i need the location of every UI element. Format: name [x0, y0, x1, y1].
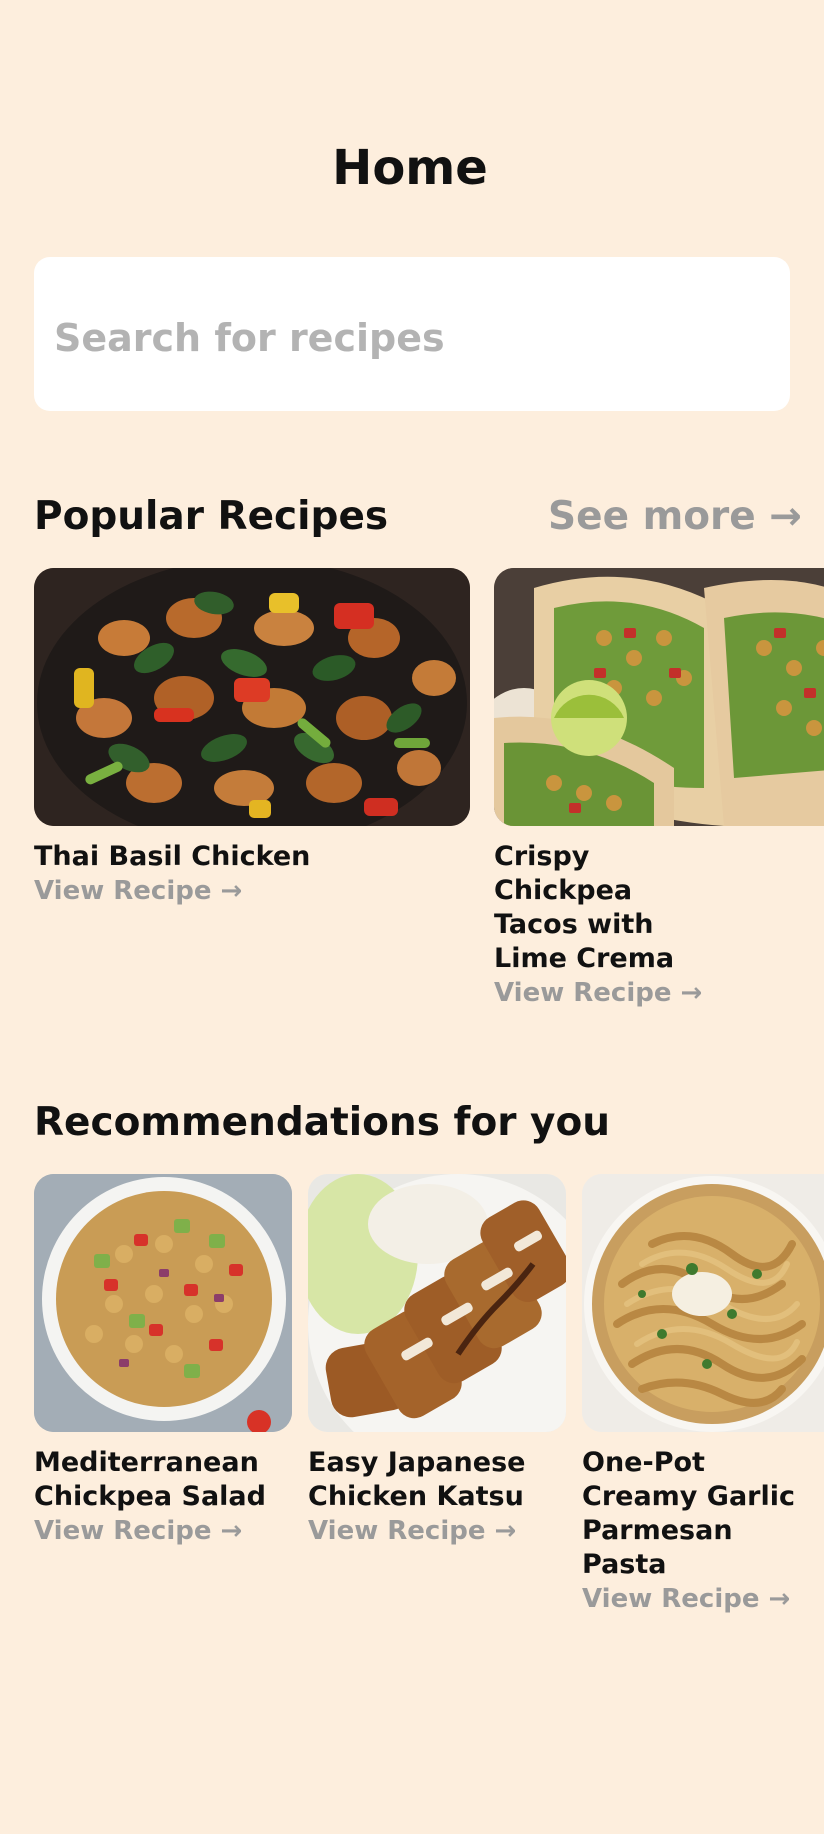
popular-recipes-title: Popular Recipes [34, 494, 389, 539]
page-title: Home [332, 140, 488, 196]
recipe-title: Easy Japanese Chicken Katsu [308, 1447, 526, 1512]
crispy-chickpea-tacos-image[interactable] [494, 568, 824, 826]
view-recipe-link[interactable]: View Recipe → [494, 976, 824, 1010]
garlic-parmesan-pasta-image[interactable] [582, 1174, 824, 1432]
recipe-title: Mediterranean Chickpea Salad [34, 1447, 266, 1512]
view-recipe-link[interactable]: View Recipe → [34, 1514, 292, 1548]
recipe-title: Thai Basil Chicken [34, 841, 311, 872]
see-more-link[interactable]: See more → [548, 494, 802, 539]
view-recipe-link[interactable]: View Recipe → [34, 874, 470, 908]
mediterranean-chickpea-salad-image[interactable] [34, 1174, 292, 1432]
recipe-card-crispy-chickpea-tacos[interactable]: Crispy Chickpea Tacos with Lime Crema Vi… [494, 568, 824, 1010]
recommendations-title: Recommendations for you [34, 1100, 611, 1145]
recipe-card-mediterranean-chickpea-salad[interactable]: Mediterranean Chickpea Salad View Recipe… [34, 1174, 292, 1548]
view-recipe-link[interactable]: View Recipe → [582, 1582, 824, 1616]
recipe-card-japanese-chicken-katsu[interactable]: Easy Japanese Chicken Katsu View Recipe … [308, 1174, 566, 1548]
recipe-title: One-Pot Creamy Garlic Parmesan Pasta [582, 1447, 796, 1580]
thai-basil-chicken-image[interactable] [34, 568, 470, 826]
japanese-chicken-katsu-image[interactable] [308, 1174, 566, 1432]
search-box[interactable] [34, 257, 790, 411]
search-input[interactable] [54, 316, 790, 360]
view-recipe-link[interactable]: View Recipe → [308, 1514, 566, 1548]
recipe-card-garlic-parmesan-pasta[interactable]: One-Pot Creamy Garlic Parmesan Pasta Vie… [582, 1174, 824, 1616]
recipe-title: Crispy Chickpea Tacos with Lime Crema [494, 841, 675, 974]
recipe-card-thai-basil-chicken[interactable]: Thai Basil Chicken View Recipe → [34, 568, 470, 908]
